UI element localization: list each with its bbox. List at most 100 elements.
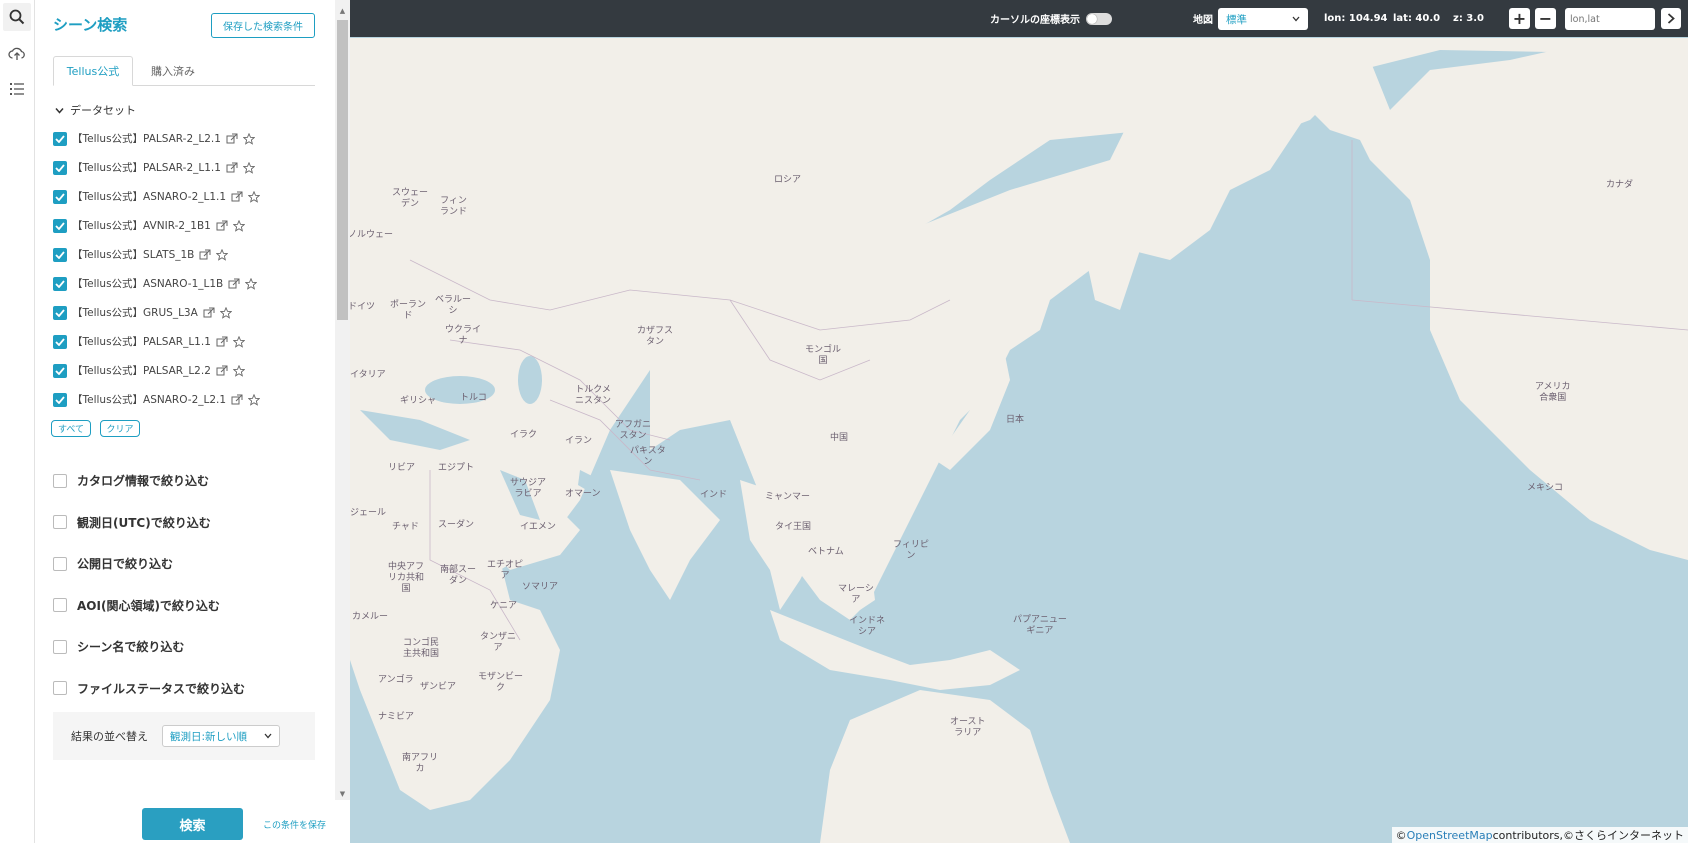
star-icon[interactable]: [248, 393, 261, 406]
external-link-icon[interactable]: [228, 278, 240, 289]
dataset-checkbox[interactable]: [53, 131, 67, 146]
dataset-checkbox[interactable]: [53, 160, 67, 175]
star-icon[interactable]: [232, 364, 245, 377]
external-link-icon[interactable]: [231, 394, 243, 405]
coordinate-input[interactable]: [1565, 8, 1655, 30]
tab-purchased[interactable]: 購入済み: [137, 56, 209, 86]
tab-tellus-official[interactable]: Tellus公式: [53, 56, 133, 86]
clear-button[interactable]: クリア: [100, 420, 140, 437]
zoom-out-button[interactable]: −: [1535, 8, 1556, 29]
dataset-checkbox[interactable]: [53, 189, 67, 204]
star-icon[interactable]: [242, 132, 255, 145]
scroll-thumb[interactable]: [337, 20, 348, 320]
dataset-item[interactable]: 【Tellus公式】ASNARO-1_L1B: [53, 269, 323, 298]
dataset-item[interactable]: 【Tellus公式】ASNARO-2_L1.1: [53, 182, 323, 211]
star-icon[interactable]: [216, 248, 229, 261]
filter-checkbox[interactable]: [53, 515, 67, 530]
dataset-list: 【Tellus公式】PALSAR-2_L2.1 【Tellus公式】PALSAR-…: [53, 124, 323, 414]
external-link-icon[interactable]: [216, 336, 228, 347]
external-link-icon[interactable]: [199, 249, 211, 260]
search-icon[interactable]: [3, 3, 31, 31]
filter-item[interactable]: カタログ情報で絞り込む: [53, 460, 323, 502]
dataset-item[interactable]: 【Tellus公式】PALSAR_L2.2: [53, 356, 323, 385]
external-link-icon[interactable]: [226, 162, 238, 173]
save-condition-link[interactable]: この条件を保存: [263, 818, 326, 831]
filter-checkbox[interactable]: [53, 473, 67, 488]
star-icon[interactable]: [242, 161, 255, 174]
dataset-checkbox[interactable]: [53, 305, 67, 320]
dataset-label: 【Tellus公式】ASNARO-2_L2.1: [72, 394, 227, 406]
dataset-item[interactable]: 【Tellus公式】ASNARO-2_L2.1: [53, 385, 323, 414]
map-country-label: エジプト: [438, 463, 475, 473]
filter-item[interactable]: 公開日で絞り込む: [53, 543, 323, 585]
filter-item[interactable]: シーン名で絞り込む: [53, 626, 323, 668]
star-icon[interactable]: [245, 277, 258, 290]
filter-item[interactable]: 観測日(UTC)で絞り込む: [53, 502, 323, 544]
map-country-label: イタリア: [350, 370, 386, 380]
map-view[interactable]: ロシア カナダ スウェー デン フィン ランド ノルウェー ベラルー シポーラン ド ドイツ…: [350, 0, 1688, 843]
map-country-label: 中国: [830, 433, 849, 443]
filter-checkbox[interactable]: [53, 556, 67, 571]
icon-rail: [0, 0, 35, 843]
filter-checkbox[interactable]: [53, 598, 67, 613]
dataset-checkbox[interactable]: [53, 247, 67, 262]
select-all-button[interactable]: すべて: [51, 420, 91, 437]
map-country-label: アンゴラ: [378, 675, 414, 685]
sort-select[interactable]: 観測日:新しい順: [162, 725, 280, 747]
filter-label: 公開日で絞り込む: [77, 557, 174, 572]
map-country-label: インド: [700, 490, 728, 500]
filter-item[interactable]: ファイルステータスで絞り込む: [53, 668, 323, 710]
dataset-checkbox[interactable]: [53, 392, 67, 407]
dataset-item[interactable]: 【Tellus公式】PALSAR-2_L1.1: [53, 153, 323, 182]
map-country-label: イラク: [510, 430, 538, 440]
filter-checkbox[interactable]: [53, 681, 67, 696]
star-icon[interactable]: [232, 335, 245, 348]
map-country-label: ザンビア: [420, 682, 457, 692]
basemap-select[interactable]: 標準: [1218, 8, 1308, 30]
map-country-label: オースト ラリア: [950, 717, 986, 738]
dataset-item[interactable]: 【Tellus公式】AVNIR-2_1B1: [53, 211, 323, 240]
dataset-item[interactable]: 【Tellus公式】SLATS_1B: [53, 240, 323, 269]
map-country-label: ドイツ: [350, 302, 376, 312]
attribution-prefix: ©: [1395, 828, 1407, 842]
map-country-label: ケニア: [490, 601, 518, 611]
go-to-coordinate-button[interactable]: [1661, 8, 1681, 29]
dataset-checkbox[interactable]: [53, 276, 67, 291]
star-icon[interactable]: [219, 306, 232, 319]
zoom-in-button[interactable]: +: [1509, 8, 1530, 29]
openstreetmap-link[interactable]: OpenStreetMap: [1407, 829, 1493, 842]
lon-readout: lon: 104.94: [1324, 13, 1388, 24]
dataset-checkbox[interactable]: [53, 334, 67, 349]
search-button[interactable]: 検索: [142, 808, 243, 840]
panel-content: シーン検索 保存した検索条件 Tellus公式 購入済み データセット 【Tel…: [35, 0, 335, 800]
filter-checkbox[interactable]: [53, 639, 67, 654]
list-icon[interactable]: [3, 75, 31, 103]
panel-scrollbar[interactable]: ▲ ▼: [335, 0, 350, 800]
map-country-label: イエメン: [520, 522, 556, 532]
external-link-icon[interactable]: [216, 365, 228, 376]
map-country-label: 中央アフ リカ共和 国: [388, 562, 425, 594]
star-icon[interactable]: [248, 190, 261, 203]
filter-item[interactable]: AOI(関心領域)で絞り込む: [53, 585, 323, 627]
cursor-coords-toggle[interactable]: [1086, 12, 1112, 25]
external-link-icon[interactable]: [226, 133, 238, 144]
dataset-section-toggle[interactable]: データセット: [55, 102, 136, 118]
dataset-item[interactable]: 【Tellus公式】GRUS_L3A: [53, 298, 323, 327]
dataset-item[interactable]: 【Tellus公式】PALSAR-2_L2.1: [53, 124, 323, 153]
attribution-suffix: contributors,©さくらインターネット: [1492, 829, 1684, 842]
saved-search-conditions-button[interactable]: 保存した検索条件: [211, 13, 315, 38]
external-link-icon[interactable]: [216, 220, 228, 231]
scroll-up-arrow-icon[interactable]: ▲: [338, 6, 347, 16]
scroll-down-arrow-icon[interactable]: ▼: [338, 789, 347, 799]
map-country-label: ナミビア: [378, 712, 415, 722]
dataset-label: 【Tellus公式】PALSAR_L1.1: [72, 336, 211, 348]
star-icon[interactable]: [232, 219, 245, 232]
dataset-checkbox[interactable]: [53, 218, 67, 233]
cloud-upload-icon[interactable]: [3, 40, 31, 68]
dataset-label: 【Tellus公式】ASNARO-1_L1B: [72, 278, 224, 290]
dataset-checkbox[interactable]: [53, 363, 67, 378]
dataset-item[interactable]: 【Tellus公式】PALSAR_L1.1: [53, 327, 323, 356]
map-country-label: ウクライ ナ: [445, 325, 482, 346]
external-link-icon[interactable]: [231, 191, 243, 202]
external-link-icon[interactable]: [203, 307, 215, 318]
